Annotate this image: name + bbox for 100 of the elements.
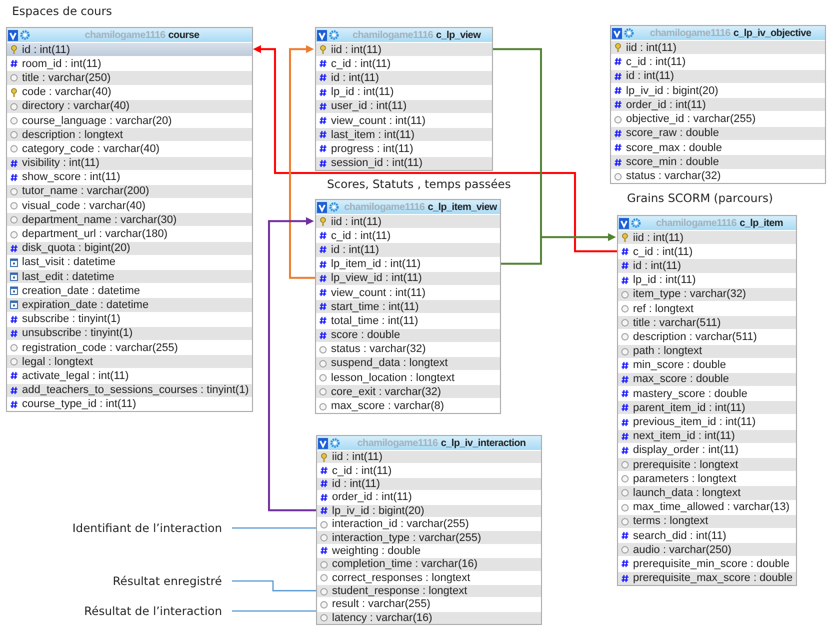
hash-icon	[621, 559, 629, 568]
database-name: chamilogame1116	[84, 30, 166, 40]
table-name: course	[168, 30, 200, 40]
circle-icon	[621, 488, 629, 498]
circle-icon	[10, 230, 18, 239]
column-field: c_id : int(11)	[626, 56, 686, 68]
column-field: view_count : int(11)	[331, 286, 426, 299]
hash-icon	[621, 432, 629, 441]
column-field: c_id : int(11)	[331, 230, 391, 242]
collapse-toggle-icon[interactable]	[619, 218, 629, 228]
column-field: lp_item_id : int(11)	[331, 258, 421, 270]
database-table[interactable]	[315, 199, 501, 414]
hash-icon	[319, 302, 327, 312]
table-name: c_lp_item_view	[428, 202, 497, 212]
key-icon	[319, 217, 327, 226]
key-icon	[621, 233, 629, 242]
column-field: id : int(11)	[332, 478, 380, 490]
section-caption: Scores, Statuts , temps passées	[327, 177, 511, 191]
key-icon	[320, 452, 328, 462]
circle-icon	[621, 290, 629, 299]
hash-icon	[621, 247, 629, 256]
hash-icon	[10, 400, 18, 409]
column-field: c_id : int(11)	[633, 246, 693, 258]
hash-icon	[614, 158, 622, 167]
settings-icon[interactable]	[20, 30, 30, 40]
calendar-icon	[10, 258, 18, 267]
hash-icon	[320, 506, 328, 516]
collapse-toggle-icon[interactable]	[317, 30, 327, 40]
column-field: correct_responses : longtext	[332, 572, 470, 584]
hash-icon	[320, 546, 328, 556]
circle-icon	[621, 502, 629, 512]
column-field: weighting : double	[332, 544, 421, 557]
column-field: activate_legal : int(11)	[22, 370, 129, 382]
hash-icon	[621, 531, 629, 540]
column-field: lp_id : int(11)	[331, 86, 394, 98]
database-table[interactable]: chamilogame1116 c_lp_view iid : int(11) c_id : int(11) id : int(11) lp_id : int(11) user_id : int(11) view_count : int(11) last_item : int(11) progress : int(11) session_id : int(11)	[315, 27, 493, 171]
column-field: view_count : int(11)	[331, 114, 426, 127]
column-field: score_max : double	[626, 142, 722, 154]
circle-icon	[319, 358, 327, 368]
circle-icon	[319, 402, 327, 411]
column-field: previous_item_id : int(11)	[633, 416, 756, 428]
database-table[interactable]	[617, 215, 797, 586]
hash-icon	[319, 288, 327, 298]
hash-icon	[614, 100, 622, 110]
database-name: chamilogame1116	[656, 218, 737, 228]
column-field: category_code : varchar(40)	[22, 142, 160, 155]
hash-icon	[621, 374, 629, 384]
circle-icon	[10, 343, 18, 352]
database-table[interactable]	[6, 27, 253, 412]
column-field: description : varchar(511)	[633, 330, 757, 343]
circle-icon	[621, 318, 629, 328]
settings-icon[interactable]	[329, 30, 339, 40]
settings-icon[interactable]	[329, 202, 339, 212]
column-field: c_id : int(11)	[331, 58, 391, 70]
annotation-label: Identifiant de l’interaction	[72, 521, 222, 535]
hash-icon	[319, 116, 327, 126]
column-field: interaction_id : varchar(255)	[332, 518, 469, 530]
settings-icon[interactable]	[330, 438, 340, 448]
column-field: show_score : int(11)	[22, 171, 120, 184]
database-table[interactable]	[316, 435, 542, 626]
hash-icon	[614, 143, 622, 152]
database-table[interactable]	[610, 25, 826, 184]
circle-icon	[320, 560, 328, 569]
column-field: registration_code : varchar(255)	[22, 342, 178, 354]
hash-icon	[10, 59, 18, 68]
hash-icon	[319, 231, 327, 240]
collapse-toggle-icon[interactable]	[612, 28, 622, 38]
circle-icon	[10, 201, 18, 210]
hash-icon	[319, 59, 327, 68]
collapse-toggle-icon[interactable]	[8, 30, 18, 40]
column-field: c_id : int(11)	[332, 464, 392, 477]
column-field: id : int(11)	[626, 70, 674, 82]
hash-icon	[320, 492, 328, 502]
hash-icon	[621, 574, 629, 583]
column-field: lp_id : int(11)	[633, 274, 696, 286]
hash-icon	[614, 86, 622, 96]
column-field: prerequisite_min_score : double	[633, 558, 790, 570]
database-name: chamilogame1116	[650, 28, 730, 38]
circle-icon	[10, 215, 18, 224]
column-field: progress : int(11)	[331, 142, 414, 155]
circle-icon	[319, 387, 327, 396]
circle-icon	[320, 613, 328, 622]
circle-icon	[621, 516, 629, 526]
hash-icon	[614, 72, 622, 81]
column-field: ref : longtext	[633, 302, 694, 315]
hash-icon	[621, 276, 629, 285]
settings-icon[interactable]	[631, 218, 641, 228]
circle-icon	[320, 573, 328, 582]
collapse-toggle-icon[interactable]	[317, 202, 327, 212]
column-field: search_did : int(11)	[633, 530, 726, 542]
circle-icon	[320, 520, 328, 529]
circle-icon	[320, 600, 328, 609]
column-field: max_score : varchar(8)	[331, 400, 444, 412]
hash-icon	[621, 261, 629, 270]
collapse-toggle-icon[interactable]	[318, 438, 328, 448]
table-name: c_lp_iv_interaction	[440, 438, 526, 448]
hash-icon	[320, 466, 328, 476]
circle-icon	[621, 304, 629, 314]
calendar-icon	[10, 272, 18, 282]
settings-icon[interactable]	[624, 28, 634, 38]
